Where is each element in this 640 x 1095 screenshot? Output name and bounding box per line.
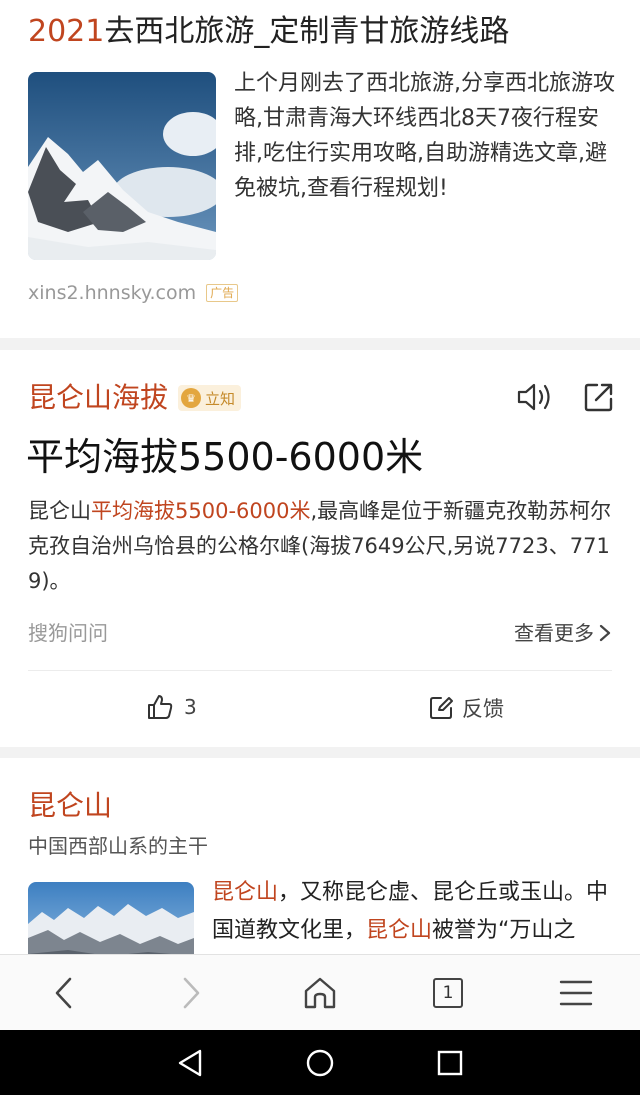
answer-title[interactable]: 昆仑山海拔	[28, 378, 168, 418]
chevron-left-icon	[55, 977, 72, 1009]
lizhi-badge: ♛ 立知	[178, 385, 242, 411]
tabs-icon: 1	[433, 978, 463, 1008]
system-navigation-bar	[0, 1030, 640, 1095]
answer-header: 昆仑山海拔 ♛ 立知	[28, 378, 242, 418]
speaker-icon[interactable]	[516, 380, 554, 414]
divider	[28, 670, 612, 671]
encyclopedia-keyword: 昆仑山	[212, 880, 279, 905]
chevron-right-icon	[183, 977, 200, 1009]
system-back-button[interactable]	[155, 1030, 225, 1095]
encyclopedia-subtitle: 中国西部山系的主干	[28, 834, 208, 858]
system-home-button[interactable]	[285, 1030, 355, 1095]
encyclopedia-summary[interactable]: 昆仑山，又称昆仑虚、昆仑丘或玉山。中国道教文化里，昆仑山被誉为“万山之	[212, 874, 616, 950]
answer-body-prefix: 昆仑山	[28, 499, 91, 523]
view-more-link[interactable]: 查看更多	[514, 618, 612, 648]
like-count: 3	[184, 695, 197, 719]
share-icon[interactable]	[582, 380, 616, 414]
like-button[interactable]: 3	[146, 693, 197, 721]
answer-headline: 平均海拔5500-6000米	[26, 435, 424, 479]
menu-icon	[559, 980, 593, 1006]
answer-source[interactable]: 搜狗问问	[28, 618, 108, 648]
feedback-label: 反馈	[462, 697, 504, 721]
home-button[interactable]	[280, 955, 360, 1031]
search-results-page: 2021去西北旅游_定制青甘旅游线路 上个月刚去了西北旅游,分享西北旅游攻略,甘…	[0, 0, 640, 1095]
back-button[interactable]	[24, 955, 104, 1031]
ad-source-url[interactable]: xins2.hnnsky.com	[28, 282, 196, 304]
browser-toolbar: 1	[0, 954, 640, 1030]
crown-icon: ♛	[181, 388, 202, 408]
home-icon	[304, 977, 336, 1009]
feedback-button[interactable]: 反馈	[428, 693, 504, 723]
answer-result-card: 昆仑山海拔 ♛ 立知 平均海拔5500-6000米 昆仑山平均海拔5500-60…	[0, 350, 640, 747]
menu-button[interactable]	[536, 955, 616, 1031]
ad-description[interactable]: 上个月刚去了西北旅游,分享西北旅游攻略,甘肃青海大环线西北8天7夜行程安排,吃住…	[234, 66, 616, 206]
tabs-button[interactable]: 1	[408, 955, 488, 1031]
system-recents-button[interactable]	[415, 1030, 485, 1095]
ad-result-card[interactable]: 2021去西北旅游_定制青甘旅游线路 上个月刚去了西北旅游,分享西北旅游攻略,甘…	[0, 0, 640, 338]
ad-thumbnail-image[interactable]	[28, 72, 216, 260]
view-more-label: 查看更多	[514, 621, 594, 645]
ad-footer: xins2.hnnsky.com 广告	[28, 282, 239, 304]
ad-title-year: 2021	[28, 14, 105, 49]
answer-body-highlight: 平均海拔5500-6000米	[91, 499, 311, 523]
forward-button[interactable]	[151, 955, 231, 1031]
square-recents-icon	[437, 1050, 463, 1075]
answer-body: 昆仑山平均海拔5500-6000米,最高峰是位于新疆克孜勒苏柯尔克孜自治州乌恰县…	[28, 494, 612, 599]
encyclopedia-keyword: 昆仑山	[366, 918, 433, 943]
edit-icon	[430, 697, 453, 719]
lizhi-badge-label: 立知	[205, 389, 236, 408]
chevron-right-icon	[599, 624, 611, 642]
thumbs-up-icon	[148, 695, 173, 719]
ad-title-text: 去西北旅游_定制青甘旅游线路	[104, 14, 510, 49]
encyclopedia-title[interactable]: 昆仑山	[28, 786, 112, 826]
ad-label-badge: 广告	[206, 284, 239, 302]
circle-home-icon	[306, 1049, 334, 1076]
ad-title[interactable]: 2021去西北旅游_定制青甘旅游线路	[28, 12, 509, 52]
triangle-back-icon	[178, 1049, 202, 1076]
encyclopedia-text-part: 被誉为“万山之	[432, 918, 576, 943]
tab-count: 1	[442, 982, 454, 1003]
